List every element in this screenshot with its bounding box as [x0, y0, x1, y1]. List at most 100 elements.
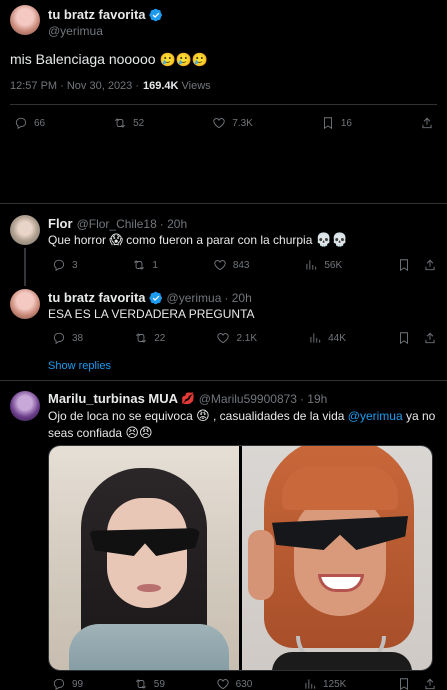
share-icon: [425, 678, 435, 690]
bookmark-icon: [400, 259, 408, 272]
retweet-count: 1: [152, 259, 158, 271]
reply-handle[interactable]: @yerimua: [167, 291, 222, 305]
reply-tweet[interactable]: Flor @Flor_Chile18 · 20h Que horror 😱 co…: [0, 204, 447, 286]
reply-emoji: 😡: [196, 409, 210, 424]
retweet-button[interactable]: 22: [134, 331, 165, 345]
top-shape: [272, 652, 412, 670]
reply-avatar[interactable]: [10, 391, 40, 421]
like-button[interactable]: 2.1K: [216, 331, 257, 345]
name-emoji: 💋: [181, 392, 195, 405]
reply-display-name[interactable]: Flor: [48, 216, 73, 231]
share-icon: [425, 259, 435, 271]
share-icon: [422, 117, 432, 129]
reply-icon: [15, 117, 27, 130]
bookmark-count: 16: [340, 117, 352, 129]
like-count: 2.1K: [236, 332, 258, 344]
reply-time[interactable]: · 20h: [224, 291, 251, 305]
reply-emoji: 💀💀: [315, 233, 349, 248]
reply-actions: 3 1 843 56K: [52, 258, 437, 272]
reply-button[interactable]: 66: [14, 116, 45, 130]
bookmark-icon: [400, 332, 408, 345]
reply-time[interactable]: · 20h: [160, 217, 187, 231]
reply-emoji: 😣😠: [125, 426, 153, 441]
main-tweet-avatar[interactable]: [10, 5, 40, 35]
thread-line: [24, 248, 26, 286]
reply-time[interactable]: · 19h: [300, 392, 327, 406]
views-button[interactable]: 56K: [304, 258, 342, 272]
media-image-left[interactable]: [49, 446, 239, 670]
share-icon: [425, 332, 435, 344]
reply-actions: 38 22 2.1K 44K: [52, 331, 437, 345]
reply-avatar[interactable]: [10, 215, 40, 245]
reply-count: 99: [72, 678, 84, 690]
like-count: 843: [232, 259, 250, 271]
reply-handle[interactable]: @Marilu59900873: [199, 392, 297, 406]
reply-text: ya no: [406, 409, 436, 423]
heart-icon: [213, 118, 225, 129]
reply-avatar[interactable]: [10, 289, 40, 319]
analytics-icon: [310, 333, 321, 343]
main-tweet-timestamp[interactable]: 12:57 PM · Nov 30, 2023 ·: [10, 80, 139, 92]
like-count: 7.3K: [232, 117, 253, 129]
bookmark-icon: [400, 678, 408, 690]
retweet-button[interactable]: 59: [134, 677, 165, 690]
lips-shape: [137, 584, 161, 592]
main-tweet-text: mis Balenciaga nooooo: [10, 51, 156, 67]
analytics-icon: [305, 679, 316, 689]
reply-text: , casualidades de la vida: [213, 409, 345, 423]
reply-button[interactable]: 99: [52, 677, 83, 690]
reply-icon: [53, 259, 65, 272]
like-button[interactable]: 843: [213, 258, 250, 272]
heart-icon: [216, 679, 229, 690]
show-replies-link[interactable]: Show replies: [48, 360, 111, 372]
retweet-icon: [115, 118, 126, 128]
heart-icon: [214, 260, 226, 271]
reply-text: Que horror: [48, 233, 107, 247]
main-tweet-actions: 66 52 7.3K 16: [14, 116, 434, 130]
share-button[interactable]: [420, 116, 434, 130]
verified-badge-icon: [148, 291, 162, 304]
reply-actions: 99 59 630 125K: [52, 677, 437, 690]
bookmark-button[interactable]: [397, 258, 411, 272]
reply-icon: [53, 332, 65, 345]
reply-emoji: 😱: [109, 233, 123, 248]
reply-display-name[interactable]: Marilu_turbinas MUA: [48, 391, 178, 406]
bookmark-button[interactable]: 16: [321, 116, 352, 130]
views-count: 56K: [324, 259, 343, 271]
main-tweet-display-name[interactable]: tu bratz favorita: [48, 7, 146, 22]
bookmark-button[interactable]: [397, 331, 411, 345]
reply-text: ESA ES LA VERDADERA PREGUNTA: [48, 307, 255, 321]
face-shape: [294, 496, 386, 616]
retweet-button[interactable]: 52: [113, 116, 144, 130]
like-button[interactable]: 630: [216, 677, 252, 690]
share-button[interactable]: [423, 331, 437, 345]
reply-button[interactable]: 3: [52, 258, 78, 272]
share-button[interactable]: [423, 677, 437, 690]
reply-icon: [53, 678, 65, 690]
reply-tweet[interactable]: tu bratz favorita @yerimua · 20h ESA ES …: [0, 284, 447, 380]
reply-button[interactable]: 38: [52, 331, 83, 345]
main-tweet: tu bratz favorita @yerimua mis Balenciag…: [0, 0, 447, 200]
reply-display-name[interactable]: tu bratz favorita: [48, 290, 146, 305]
media-image-right[interactable]: [242, 446, 432, 670]
main-tweet-handle[interactable]: @yerimua: [48, 24, 103, 38]
reply-count: 38: [72, 332, 84, 344]
like-button[interactable]: 7.3K: [212, 116, 253, 130]
reply-handle[interactable]: @Flor_Chile18: [77, 217, 157, 231]
retweet-button[interactable]: 1: [132, 258, 158, 272]
views-button[interactable]: 44K: [308, 331, 346, 345]
main-tweet-emojis: 🥲🥲🥲: [159, 53, 208, 68]
shirt-shape: [69, 624, 229, 670]
share-button[interactable]: [423, 258, 437, 272]
verified-badge-icon: [148, 8, 162, 21]
mention-link[interactable]: @yerimua: [348, 409, 403, 423]
views-button[interactable]: 125K: [303, 677, 346, 690]
reply-tweet[interactable]: Marilu_turbinas MUA 💋 @Marilu59900873 · …: [0, 381, 447, 690]
hand-shape: [248, 530, 274, 600]
bookmark-button[interactable]: [397, 677, 411, 690]
reply-text: como fueron a parar con la churpia: [126, 233, 313, 247]
analytics-icon: [306, 260, 317, 270]
bangs-shape: [282, 466, 398, 510]
media-grid: [48, 445, 433, 671]
bookmark-icon: [323, 117, 332, 130]
